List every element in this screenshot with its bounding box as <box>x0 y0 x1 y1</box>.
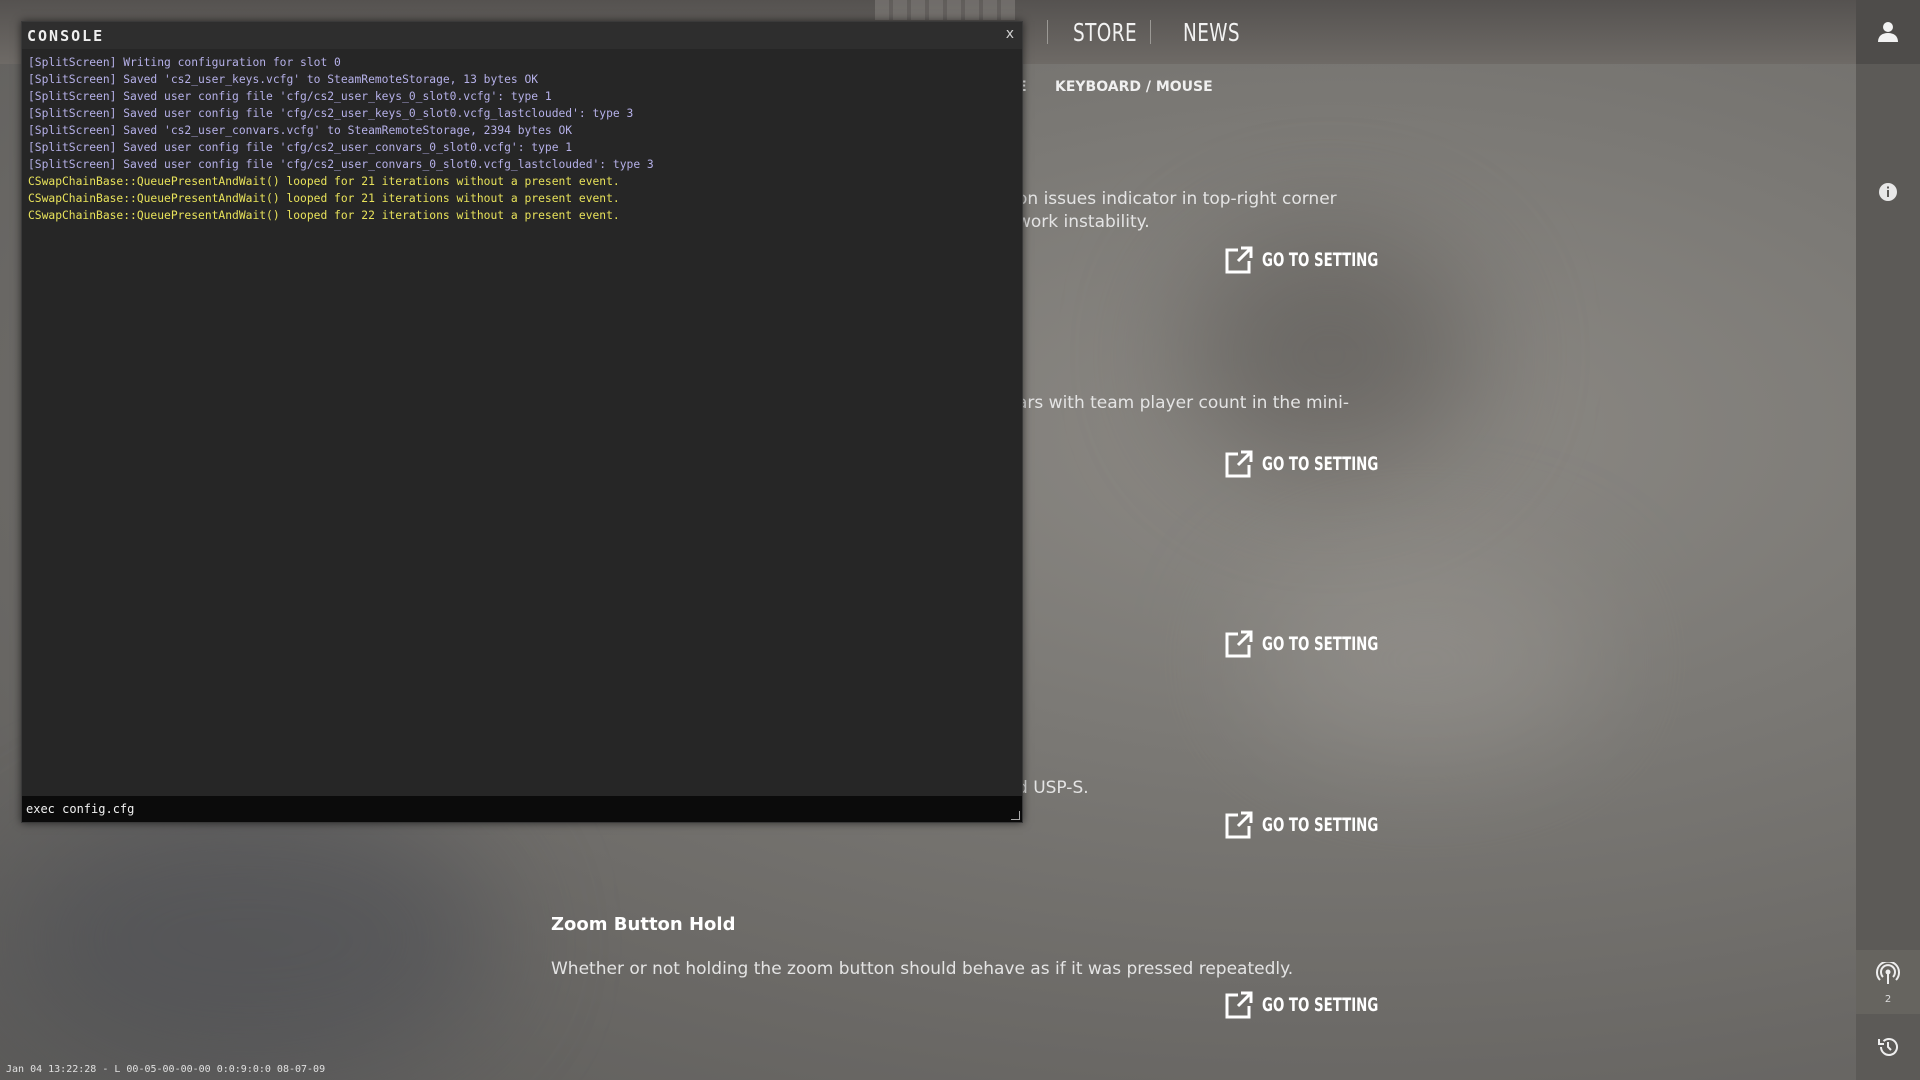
external-link-icon <box>1225 991 1253 1019</box>
external-link-icon <box>1225 450 1253 478</box>
resize-handle[interactable] <box>1011 811 1020 820</box>
console-input-area <box>22 796 1022 822</box>
console-log-line: CSwapChainBase::QueuePresentAndWait() lo… <box>28 192 620 205</box>
user-icon <box>1878 22 1898 42</box>
console-title-bar[interactable]: CONSOLE x <box>22 22 1022 49</box>
nav-decoration <box>875 0 1015 20</box>
info-button[interactable] <box>1856 178 1920 206</box>
external-link-icon <box>1225 811 1253 839</box>
info-icon <box>1879 183 1897 201</box>
nav-news[interactable]: NEWS <box>1183 18 1240 47</box>
history-button[interactable] <box>1856 1032 1920 1062</box>
console-log-line: [SplitScreen] Writing configuration for … <box>28 56 341 69</box>
background-shape <box>1250 560 1600 760</box>
setting-description: ars with team player count in the mini- <box>1017 393 1349 413</box>
go-to-setting-button[interactable]: GO TO SETTING <box>1224 990 1411 1020</box>
status-line: Jan 04 13:22:28 - L 00-05-00-00-00 0:0:9… <box>6 1064 326 1075</box>
profile-button[interactable] <box>1856 14 1920 50</box>
go-to-setting-label: GO TO SETTING <box>1262 249 1379 271</box>
setting-description: work instability. <box>1017 212 1150 232</box>
go-to-setting-button[interactable]: GO TO SETTING <box>1224 449 1411 479</box>
console-log-line: [SplitScreen] Saved user config file 'cf… <box>28 158 654 171</box>
external-link-icon <box>1225 630 1253 658</box>
go-to-setting-label: GO TO SETTING <box>1262 453 1379 475</box>
console-log-line: [SplitScreen] Saved user config file 'cf… <box>28 141 573 154</box>
console-window: CONSOLE x [SplitScreen] Writing configur… <box>21 21 1023 823</box>
history-icon <box>1878 1038 1898 1056</box>
console-close-button[interactable]: x <box>1006 26 1014 42</box>
go-to-setting-label: GO TO SETTING <box>1262 994 1379 1016</box>
setting-description: on issues indicator in top-right corner <box>1017 189 1337 209</box>
background-shape <box>0 800 500 1080</box>
subnav-tab-keyboard-mouse[interactable]: KEYBOARD / MOUSE <box>1055 79 1213 95</box>
setting-description: d USP-S. <box>1017 778 1089 798</box>
go-to-setting-label: GO TO SETTING <box>1262 633 1379 655</box>
console-title: CONSOLE <box>27 27 105 45</box>
console-log: [SplitScreen] Writing configuration for … <box>28 54 654 224</box>
go-to-setting-button[interactable]: GO TO SETTING <box>1224 245 1411 275</box>
go-to-setting-button[interactable]: GO TO SETTING <box>1224 810 1411 840</box>
console-log-line: [SplitScreen] Saved user config file 'cf… <box>28 90 552 103</box>
console-log-line: [SplitScreen] Saved user config file 'cf… <box>28 107 634 120</box>
console-log-line: CSwapChainBase::QueuePresentAndWait() lo… <box>28 209 620 222</box>
console-log-line: [SplitScreen] Saved 'cs2_user_convars.vc… <box>28 124 573 137</box>
console-log-line: [SplitScreen] Saved 'cs2_user_keys.vcfg'… <box>28 73 539 86</box>
external-link-icon <box>1225 246 1253 274</box>
nav-separator <box>1047 20 1048 44</box>
go-to-setting-label: GO TO SETTING <box>1262 814 1379 836</box>
broadcast-count: 2 <box>1884 994 1892 1005</box>
setting-description: Whether or not holding the zoom button s… <box>551 959 1294 979</box>
right-sidebar: 2 <box>1856 0 1920 1080</box>
setting-title: Zoom Button Hold <box>551 914 736 935</box>
console-command-input[interactable] <box>26 799 1006 819</box>
nav-separator <box>1150 20 1151 44</box>
nav-store[interactable]: STORE <box>1073 18 1137 47</box>
console-log-line: CSwapChainBase::QueuePresentAndWait() lo… <box>28 175 620 188</box>
broadcast-icon <box>1876 962 1900 984</box>
broadcast-button[interactable]: 2 <box>1856 950 1920 1014</box>
go-to-setting-button[interactable]: GO TO SETTING <box>1224 629 1411 659</box>
